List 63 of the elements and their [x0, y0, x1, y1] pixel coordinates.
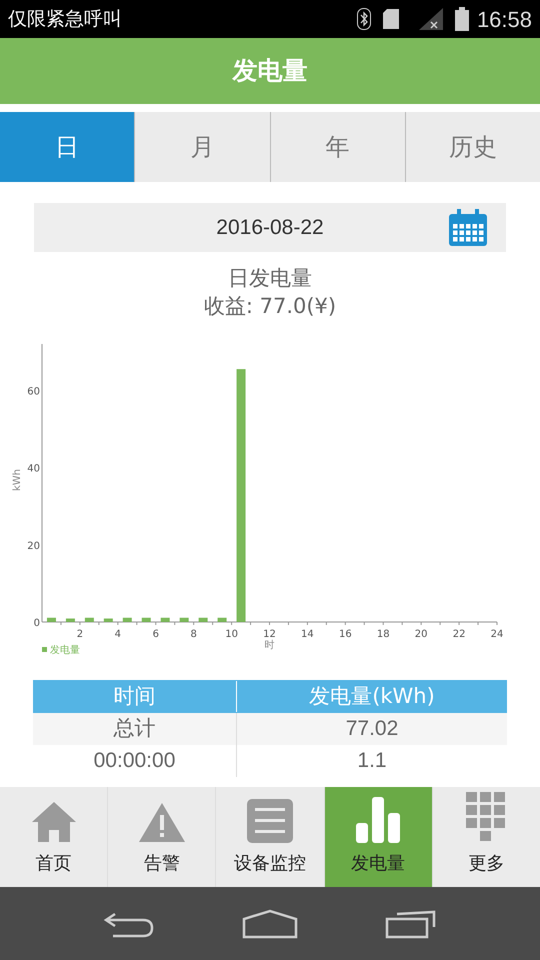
- header-title: 发电量: [232, 55, 308, 88]
- nav-tab[interactable]: 告警: [107, 787, 216, 887]
- tick-label: 12: [263, 629, 276, 640]
- chart-title: 日发电量: [228, 265, 312, 292]
- column-header: 发电量(kWh): [236, 680, 507, 712]
- recent-apps-icon[interactable]: [384, 908, 437, 938]
- nav-tab[interactable]: 更多: [432, 787, 540, 887]
- income-text: 收益: 77.0(¥): [204, 293, 336, 320]
- nav-tab[interactable]: 首页: [0, 787, 108, 887]
- tick-label: 0: [34, 618, 40, 629]
- tick-label: 22: [452, 629, 466, 640]
- bar-chart-icon: [355, 796, 402, 844]
- tick-label: 6: [152, 629, 159, 640]
- nav-tab[interactable]: 发电量: [324, 787, 432, 887]
- tick-label: 10: [225, 629, 238, 640]
- table-cell: 1.1: [236, 745, 507, 777]
- tick-label: 60: [27, 386, 40, 398]
- bar: [198, 618, 208, 622]
- grid-icon: [466, 792, 506, 844]
- tick-label: 18: [376, 629, 390, 640]
- tick-label: 20: [414, 629, 428, 640]
- bar: [104, 618, 113, 622]
- tab[interactable]: 历史: [404, 112, 540, 182]
- table-cell-text: 00:00:00: [92, 748, 176, 774]
- nav-tab[interactable]: 设备监控: [215, 787, 324, 887]
- bar: [46, 618, 56, 622]
- no-signal-icon: [418, 8, 443, 30]
- calendar-icon[interactable]: [448, 208, 488, 246]
- bluetooth-icon: [356, 8, 371, 30]
- bar: [160, 618, 170, 622]
- tick-label: 14: [301, 629, 314, 640]
- tab[interactable]: 年: [270, 112, 405, 182]
- date-field[interactable]: 2016-08-22: [34, 203, 506, 252]
- table-cell-text: 总计: [112, 716, 156, 742]
- bar: [66, 618, 75, 622]
- tab[interactable]: 月: [134, 112, 270, 182]
- bar: [84, 618, 94, 622]
- tick-label: 4: [114, 629, 122, 640]
- axis-title: 时: [264, 640, 274, 651]
- legend-swatch: [42, 647, 47, 652]
- tick-label: 16: [338, 629, 352, 640]
- home-icon[interactable]: [242, 908, 298, 938]
- tick-label: 24: [490, 629, 504, 640]
- tick-label: 20: [27, 540, 40, 552]
- tick-label: 2: [76, 629, 84, 640]
- date-text: 2016-08-22: [216, 214, 324, 241]
- tab[interactable]: 日: [0, 112, 134, 182]
- bar: [180, 618, 189, 622]
- warning-icon: [138, 802, 186, 844]
- tick-label: 40: [27, 464, 40, 475]
- sim-card-icon: [382, 9, 399, 29]
- bar: [218, 618, 227, 622]
- column-header: 时间: [112, 682, 156, 710]
- list-icon: [246, 798, 294, 844]
- home-icon: [30, 800, 78, 844]
- legend-label: 发电量: [50, 645, 80, 656]
- bar: [142, 618, 151, 622]
- carrier-text: 仅限紧急呼叫: [8, 6, 123, 32]
- bar: [122, 618, 132, 622]
- battery-icon: [454, 7, 469, 31]
- axis-title: kWh: [12, 468, 23, 492]
- clock-text: 16:58: [476, 6, 532, 34]
- tick-label: 8: [190, 629, 197, 640]
